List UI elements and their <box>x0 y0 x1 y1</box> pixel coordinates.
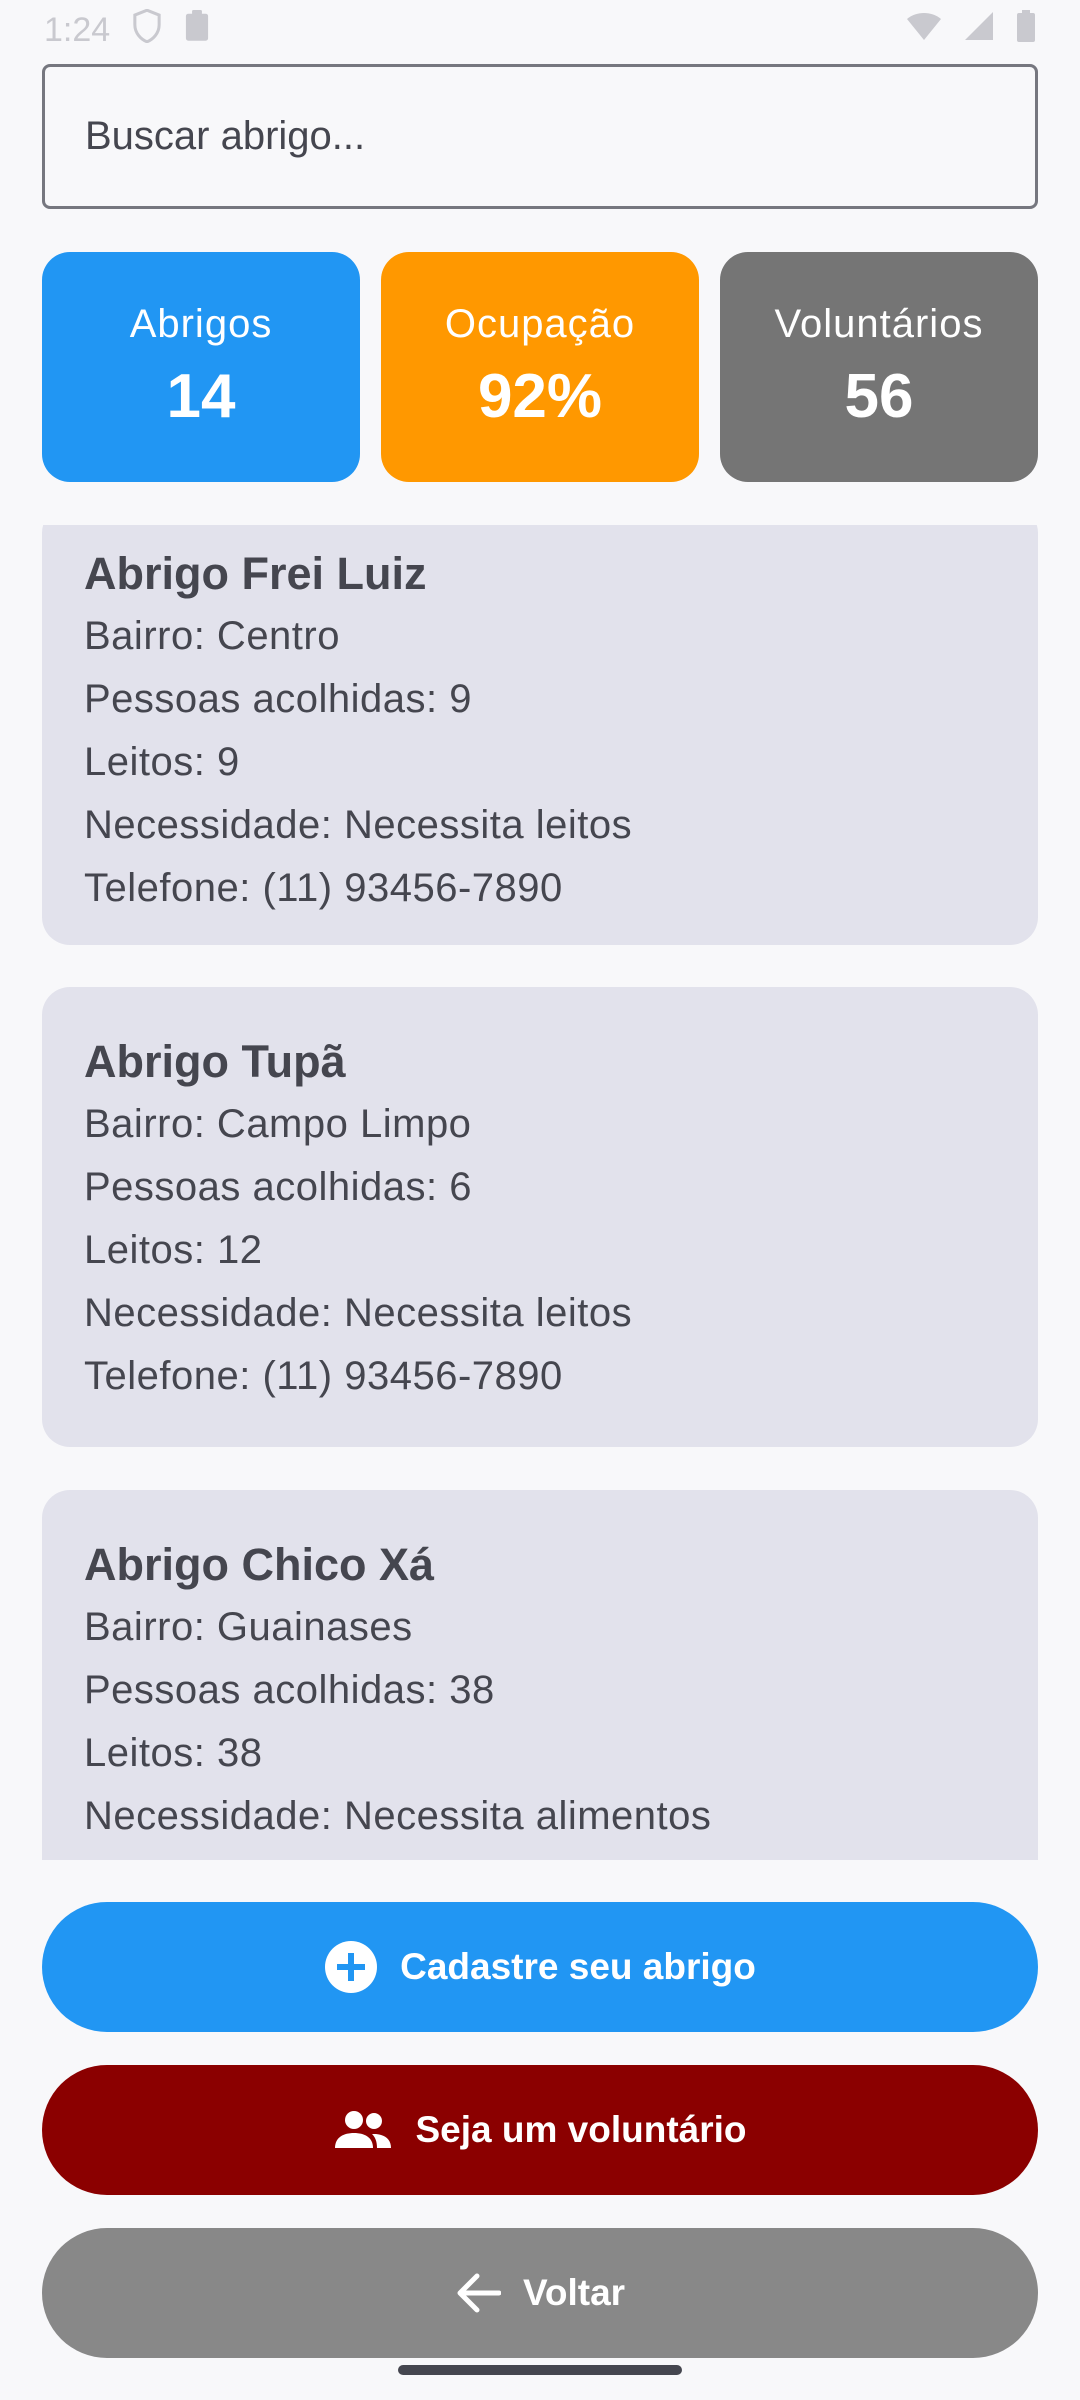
register-shelter-button[interactable]: Cadastre seu abrigo <box>42 1902 1038 2032</box>
shelter-list[interactable]: Abrigo Frei Luiz Bairro: Centro Pessoas … <box>0 525 1080 1860</box>
shelter-name: Abrigo Chico Xá <box>84 1539 435 1590</box>
clipboard-icon <box>184 9 210 51</box>
shelter-necessidade: Necessidade: Necessita alimentos <box>84 1794 712 1838</box>
shelter-leitos: Leitos: 12 <box>84 1228 263 1272</box>
shelter-leitos: Leitos: 9 <box>84 740 240 784</box>
volunteer-button[interactable]: Seja um voluntário <box>42 2065 1038 2195</box>
battery-icon <box>1016 9 1036 51</box>
stat-value: 14 <box>166 362 236 431</box>
back-button[interactable]: Voltar <box>42 2228 1038 2358</box>
stat-card-abrigos: Abrigos 14 <box>42 252 360 482</box>
status-bar: 1:24 <box>0 0 1080 60</box>
shelter-name: Abrigo Tupã <box>84 1036 346 1087</box>
shelter-necessidade: Necessidade: Necessita leitos <box>84 1291 633 1335</box>
shelter-card[interactable]: Abrigo Frei Luiz Bairro: Centro Pessoas … <box>42 525 1038 945</box>
stats-row: Abrigos 14 Ocupação 92% Voluntários 56 <box>42 252 1038 482</box>
shelter-telefone: Telefone: (11) 93456-7890 <box>84 1354 563 1398</box>
back-label: Voltar <box>522 2272 626 2313</box>
stat-label: Ocupação <box>444 302 636 346</box>
shelter-telefone: Telefone: (11) 93456-7890 <box>84 866 563 910</box>
stat-value: 56 <box>844 362 914 431</box>
screen: 1:24 Abrigos 14 <box>0 0 1080 2400</box>
search-input[interactable] <box>85 114 985 159</box>
shelter-necessidade: Necessidade: Necessita leitos <box>84 803 633 847</box>
shield-icon <box>132 8 162 52</box>
group-icon <box>333 2110 393 2150</box>
stat-label: Voluntários <box>774 302 984 346</box>
shelter-pessoas: Pessoas acolhidas: 9 <box>84 677 473 721</box>
search-field[interactable] <box>42 64 1038 209</box>
stat-card-ocupacao: Ocupação 92% <box>381 252 699 482</box>
stat-value: 92% <box>477 362 603 431</box>
volunteer-label: Seja um voluntário <box>415 2109 747 2150</box>
shelter-card[interactable]: Abrigo Chico Xá Bairro: Guainases Pessoa… <box>42 1490 1038 1860</box>
shelter-pessoas: Pessoas acolhidas: 6 <box>84 1165 473 1209</box>
shelter-bairro: Bairro: Guainases <box>84 1605 413 1649</box>
shelter-card[interactable]: Abrigo Tupã Bairro: Campo Limpo Pessoas … <box>42 987 1038 1447</box>
register-shelter-label: Cadastre seu abrigo <box>400 1946 756 1987</box>
shelter-leitos: Leitos: 38 <box>84 1731 263 1775</box>
status-time: 1:24 <box>44 10 111 49</box>
wifi-icon <box>906 11 942 50</box>
shelter-name: Abrigo Frei Luiz <box>84 548 427 599</box>
signal-icon <box>964 11 994 50</box>
arrow-back-icon <box>455 2273 501 2313</box>
shelter-bairro: Bairro: Campo Limpo <box>84 1102 472 1146</box>
home-indicator[interactable] <box>398 2365 682 2375</box>
shelter-bairro: Bairro: Centro <box>84 614 340 658</box>
stat-label: Abrigos <box>129 302 273 346</box>
stat-card-voluntarios: Voluntários 56 <box>720 252 1038 482</box>
shelter-pessoas: Pessoas acolhidas: 38 <box>84 1668 495 1712</box>
add-circle-icon <box>324 1940 378 1994</box>
